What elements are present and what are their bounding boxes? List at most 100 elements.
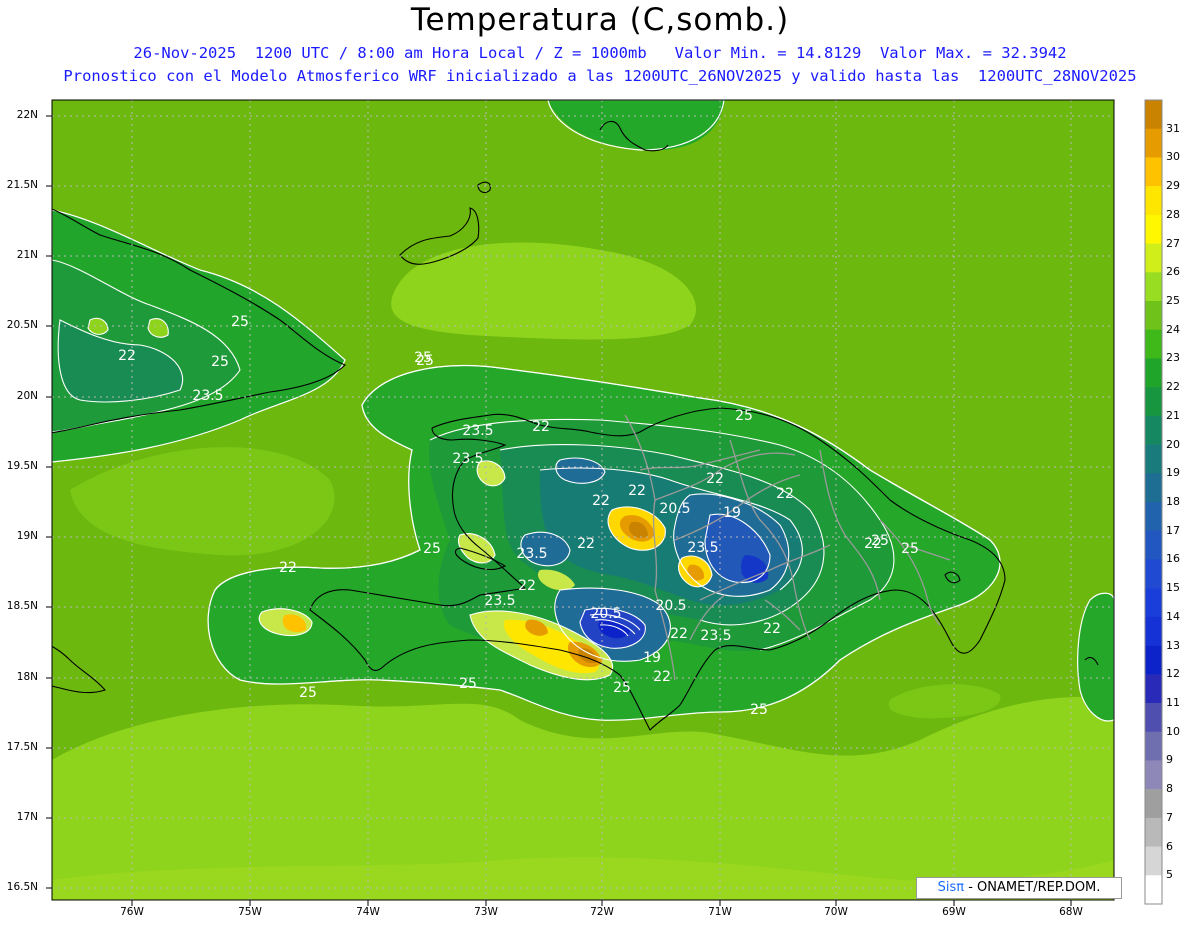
colorbar-swatch: [1145, 186, 1162, 216]
colorbar-label: 10: [1166, 724, 1180, 738]
colorbar-swatch: [1145, 272, 1162, 302]
colorbar-swatch: [1145, 329, 1162, 359]
lat-label: 19N: [16, 530, 38, 542]
lat-label: 16.5N: [6, 881, 38, 893]
colorbar-label: 12: [1166, 667, 1180, 681]
credit-sis: Sisπ: [937, 880, 965, 895]
colorbar-swatch: [1145, 358, 1162, 388]
lat-label: 21N: [16, 249, 38, 261]
contour-label: 23.5: [192, 388, 223, 404]
colorbar-label: 5: [1166, 868, 1173, 882]
lat-label: 17N: [16, 811, 38, 823]
colorbar-label: 19: [1166, 466, 1180, 480]
contour-label: 23.5: [687, 540, 718, 556]
colorbar-swatch: [1145, 301, 1162, 331]
lon-label: 75W: [238, 906, 262, 918]
contour-label: 23.5: [462, 423, 493, 439]
colorbar-label: 18: [1166, 495, 1180, 508]
lon-label: 71W: [708, 906, 732, 918]
colorbar-label: 22: [1166, 380, 1180, 394]
lon-label: 72W: [590, 906, 614, 918]
contour-label: 23.5: [484, 593, 515, 609]
lon-label: 73W: [474, 906, 498, 918]
lat-label: 20.5N: [6, 319, 38, 331]
lat-label: 18.5N: [6, 600, 38, 612]
colorbar-swatch: [1145, 530, 1162, 560]
colorbar-swatch: [1145, 444, 1162, 474]
colorbar-label: 6: [1166, 839, 1173, 853]
colorbar-label: 13: [1166, 638, 1180, 652]
contour-label: 25: [613, 680, 631, 696]
colorbar-label: 16: [1166, 552, 1180, 566]
colorbar-swatch: [1145, 128, 1162, 158]
contour-label: 20.5: [659, 501, 690, 517]
colorbar-swatch: [1145, 817, 1162, 847]
contour-label: 23.5: [516, 546, 547, 562]
contour-label: 25: [211, 354, 229, 370]
colorbar-label: 17: [1166, 523, 1180, 537]
contour-label: 22: [776, 486, 794, 502]
contour-label: 23.5: [700, 628, 731, 644]
colorbar-label: 14: [1166, 609, 1180, 623]
contour-label: 22: [592, 493, 610, 509]
contour-label: 19: [643, 650, 661, 666]
contour-label: 22: [532, 419, 550, 435]
lat-label: 22N: [16, 109, 38, 121]
colorbar-label: 25: [1166, 294, 1180, 307]
temperature-map: 25 22 25 23.5 25 23.5 22 23.5 25 23.5 22 22 22 22 25 22…: [46, 99, 1163, 906]
credit-box: Sisπ - ONAMET/REP.DOM.: [916, 877, 1122, 899]
colorbar-swatch: [1145, 875, 1162, 905]
colorbar-label: 30: [1166, 150, 1180, 164]
contour-label: 25: [901, 541, 919, 557]
colorbar-label: 26: [1166, 265, 1180, 279]
colorbar-swatch: [1145, 415, 1162, 445]
colorbar-swatch: [1145, 243, 1162, 273]
contour-label: 25: [423, 541, 441, 557]
contour-label: 25: [750, 702, 768, 718]
contour-label: 22: [118, 348, 136, 364]
colorbar-swatch: [1145, 674, 1162, 704]
lat-label: 21.5N: [6, 179, 38, 191]
contour-label: 25: [459, 676, 477, 692]
colorbar-swatch: [1145, 760, 1162, 790]
colorbar-label: 31: [1166, 121, 1180, 135]
colorbar-swatch: [1145, 588, 1162, 618]
contour-label: 25: [299, 685, 317, 701]
colorbar-label: 28: [1166, 207, 1180, 221]
contour-label: 25: [735, 408, 753, 424]
colorbar-swatch: [1145, 473, 1162, 503]
contour-label: 19: [723, 505, 741, 521]
colorbar-swatch: [1145, 157, 1162, 187]
colorbar-label: 11: [1166, 696, 1180, 709]
contour-label: 22: [279, 560, 297, 576]
colorbar-label: 23: [1166, 351, 1180, 365]
colorbar-swatch: [1145, 559, 1162, 589]
lon-label: 70W: [824, 906, 848, 918]
contour-label: 22: [653, 669, 671, 685]
colorbar-label: 9: [1166, 753, 1173, 767]
lon-label: 68W: [1059, 906, 1083, 918]
colorbar-swatch: [1145, 846, 1162, 876]
colorbar-label: 29: [1166, 179, 1180, 193]
lon-label: 74W: [356, 906, 380, 918]
colorbar-swatch: [1145, 789, 1162, 819]
colorbar-swatch: [1145, 731, 1162, 761]
colorbar-label: 7: [1166, 810, 1173, 824]
colorbar-swatch: [1145, 616, 1162, 646]
colorbar-label: 15: [1166, 581, 1180, 595]
lat-label: 19.5N: [6, 460, 38, 472]
credit-org: - ONAMET/REP.DOM.: [964, 880, 1101, 895]
contour-label: 25: [414, 350, 432, 366]
contour-label: 20.5: [590, 606, 621, 622]
contour-label: 20.5: [655, 598, 686, 614]
lat-label: 18N: [16, 671, 38, 683]
lat-label: 17.5N: [6, 741, 38, 753]
contour-label: 25: [871, 533, 889, 549]
contour-label: 22: [706, 471, 724, 487]
colorbar-swatch: [1145, 387, 1162, 417]
colorbar-label: 8: [1166, 782, 1173, 796]
contour-label: 22: [577, 536, 595, 552]
colorbar-swatch: [1145, 214, 1162, 244]
colorbar-swatch: [1145, 100, 1162, 130]
colorbar-swatch: [1145, 703, 1162, 733]
